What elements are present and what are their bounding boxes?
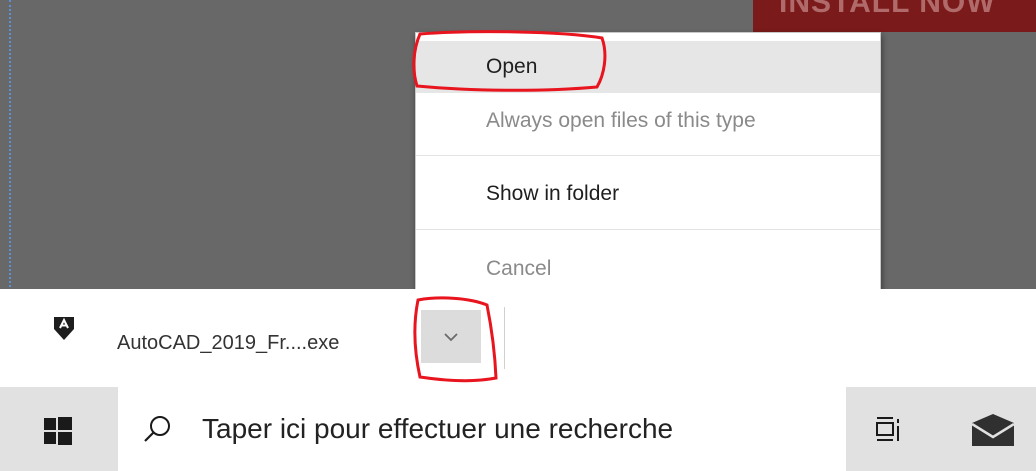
download-menu-button[interactable]: [421, 310, 481, 363]
install-now-label: INSTALL NOW: [779, 0, 996, 19]
autocad-icon: [52, 315, 76, 341]
start-button[interactable]: [44, 417, 72, 445]
task-view-icon: [876, 417, 899, 441]
taskbar-search-box[interactable]: Taper ici pour effectuer une recherche: [118, 387, 846, 471]
menu-item-always-open[interactable]: Always open files of this type: [416, 95, 880, 147]
menu-item-open-label: Open: [486, 55, 538, 78]
chevron-down-icon: [444, 332, 458, 341]
menu-item-show-in-folder[interactable]: Show in folder: [416, 168, 880, 220]
mail-icon: [971, 414, 1015, 446]
mail-button[interactable]: [970, 413, 1016, 447]
menu-separator: [416, 229, 880, 230]
menu-separator: [416, 155, 880, 156]
download-context-menu: Open Always open files of this type Show…: [415, 32, 881, 296]
menu-item-always-open-label: Always open files of this type: [486, 109, 756, 132]
windows-taskbar: Taper ici pour effectuer une recherche: [0, 387, 1036, 471]
menu-item-cancel[interactable]: Cancel: [416, 243, 880, 295]
search-placeholder: Taper ici pour effectuer une recherche: [202, 413, 674, 444]
menu-item-open[interactable]: Open: [416, 41, 880, 93]
menu-item-show-in-folder-label: Show in folder: [486, 182, 620, 205]
download-file-name[interactable]: AutoCAD_2019_Fr....exe: [117, 332, 339, 355]
menu-item-cancel-label: Cancel: [486, 257, 552, 280]
search-icon: [142, 414, 172, 444]
download-shelf: AutoCAD_2019_Fr....exe: [0, 289, 1036, 387]
shelf-divider: [504, 307, 505, 369]
windows-logo-icon: [44, 417, 72, 445]
task-view-button[interactable]: [874, 415, 908, 445]
install-now-banner[interactable]: INSTALL NOW: [753, 0, 1036, 32]
